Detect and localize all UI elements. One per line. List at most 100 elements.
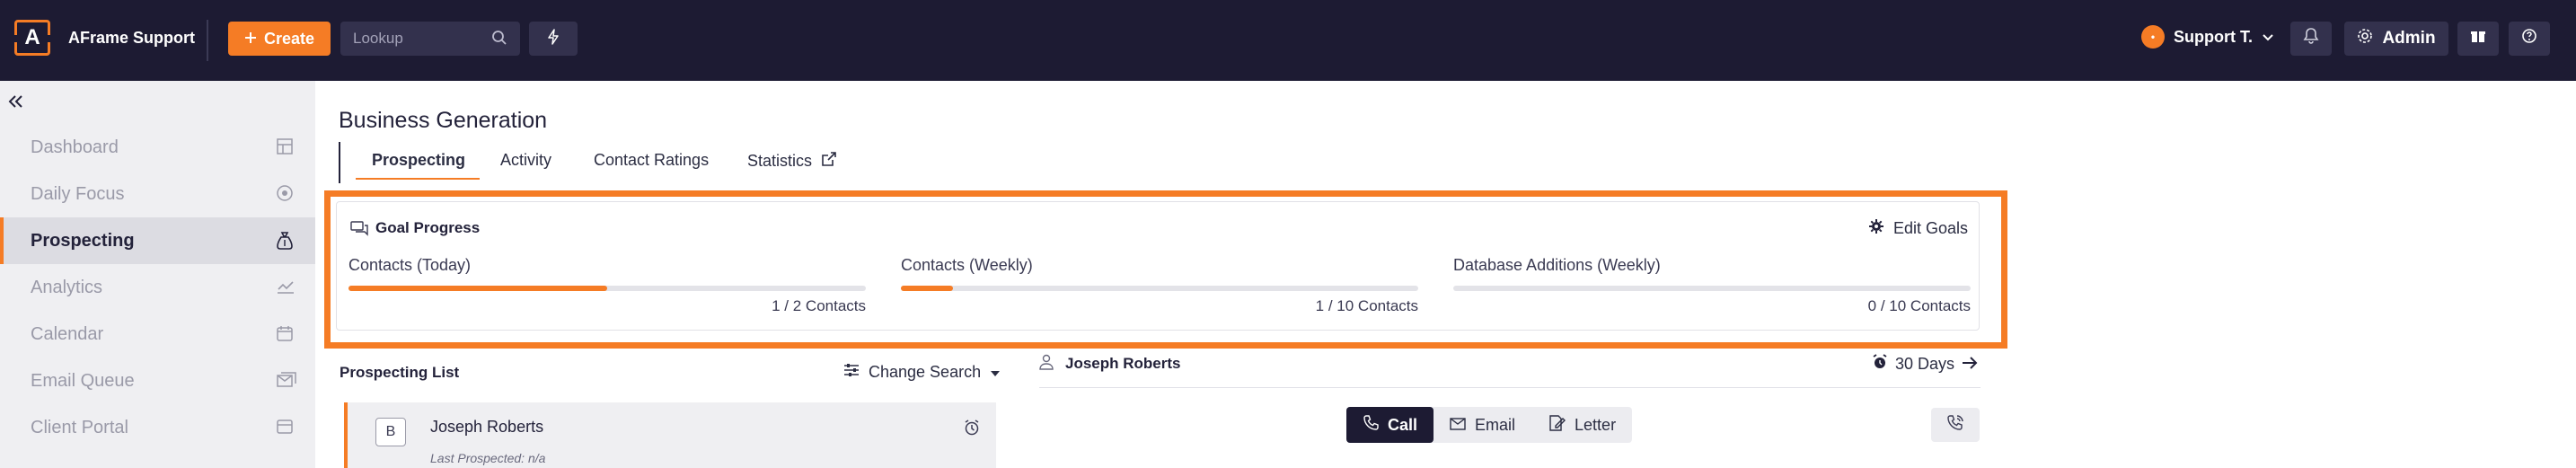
goal-value-contacts-weekly: 1 / 10 Contacts [1315, 297, 1418, 314]
create-button[interactable]: Create [228, 22, 331, 56]
goal-track-contacts-today [348, 286, 866, 291]
portal-icon [276, 418, 294, 441]
admin-button[interactable]: Admin [2344, 22, 2448, 56]
chevron-down-icon [2262, 28, 2274, 47]
goal-value-contacts-today: 1 / 2 Contacts [772, 297, 866, 314]
calendar-icon [276, 324, 294, 348]
gear-icon [1868, 218, 1884, 239]
call-label: Call [1388, 415, 1418, 434]
brand-name: AFrame Support [68, 29, 196, 47]
change-search-label: Change Search [869, 363, 982, 381]
goal-label-contacts-weekly: Contacts (Weekly) [901, 256, 1033, 274]
goal-fill-contacts-today [348, 286, 607, 291]
sidebar-item-email-queue[interactable]: Email Queue [0, 358, 315, 404]
aframe-logo[interactable]: A [14, 20, 50, 56]
email-button[interactable]: Email [1434, 407, 1531, 443]
sidebar-item-calendar[interactable]: Calendar [0, 311, 315, 358]
goal-label-database-additions: Database Additions (Weekly) [1453, 256, 1661, 274]
goal-fill-contacts-weekly [901, 286, 953, 291]
goal-track-contacts-weekly [901, 286, 1418, 291]
person-icon [1039, 354, 1054, 375]
tab-activity[interactable]: Activity [500, 151, 551, 170]
goal-progress-title: Goal Progress [375, 219, 481, 236]
logo-letter: A [24, 25, 40, 49]
top-navigation-bar: A AFrame Support Create • Support T. [0, 0, 2576, 81]
lookup-search [340, 22, 520, 56]
sidebar-item-label: Calendar [31, 323, 104, 344]
change-search-button[interactable]: Change Search [843, 363, 1001, 382]
alarm-clock-icon[interactable] [963, 419, 981, 441]
contact-divider [1039, 387, 1981, 388]
days-label: 30 Days [1895, 355, 1955, 373]
tab-statistics-label: Statistics [747, 152, 813, 170]
money-bag-icon [276, 231, 294, 256]
sidebar-item-label: Client Portal [31, 417, 128, 437]
envelope-icon [1450, 416, 1466, 435]
rating-badge: B [375, 418, 406, 446]
email-label: Email [1475, 415, 1516, 434]
sidebar-item-label: Dashboard [31, 137, 119, 157]
prospecting-list-title: Prospecting List [340, 364, 460, 381]
user-name: Support T. [2174, 27, 2253, 46]
tab-statistics[interactable]: Statistics [747, 151, 837, 172]
goal-label-contacts-today: Contacts (Today) [348, 256, 472, 274]
help-button[interactable] [2509, 22, 2550, 56]
mail-queue-icon [276, 371, 297, 394]
grid-icon [276, 137, 294, 161]
header-divider [207, 20, 208, 61]
sidebar-item-label: Analytics [31, 277, 103, 297]
sidebar-item-daily-focus[interactable]: Daily Focus [0, 171, 315, 217]
last-prospected: Last Prospected: n/a [430, 451, 546, 465]
page-title: Business Generation [339, 108, 548, 133]
sidebar-item-label: Daily Focus [31, 183, 125, 204]
days-button[interactable]: 30 Days [1872, 354, 1978, 375]
sidebar-item-label: Prospecting [31, 230, 135, 251]
bell-icon [2303, 27, 2319, 50]
phone-call-icon [1946, 414, 1964, 437]
user-avatar: • [2141, 25, 2165, 49]
sidebar-item-dashboard[interactable]: Dashboard [0, 124, 315, 171]
sidebar-item-analytics[interactable]: Analytics [0, 264, 315, 311]
gift-button[interactable] [2457, 22, 2499, 56]
phone-icon [1363, 414, 1379, 436]
goal-chat-icon [350, 220, 368, 241]
contact-method-toggle: Call Email Letter [1346, 407, 1633, 443]
collapse-sidebar-icon[interactable] [7, 93, 25, 114]
create-label: Create [263, 29, 315, 48]
prospect-name[interactable]: Joseph Roberts [430, 418, 543, 437]
lookup-input[interactable] [353, 29, 479, 49]
help-icon [2521, 28, 2537, 49]
call-button[interactable]: Call [1346, 407, 1434, 443]
quick-actions-button[interactable] [529, 22, 578, 56]
sidebar-item-label: Email Queue [31, 370, 135, 391]
letter-label: Letter [1575, 415, 1617, 434]
dial-button[interactable] [1931, 408, 1980, 442]
user-menu[interactable]: • Support T. [2141, 25, 2274, 49]
arrow-right-icon [1962, 355, 1978, 374]
edit-goals-label: Edit Goals [1893, 219, 1969, 237]
lightning-icon [547, 28, 560, 49]
target-icon [276, 184, 294, 208]
goal-track-database-additions [1453, 286, 1971, 291]
tab-contact-ratings[interactable]: Contact Ratings [594, 151, 709, 170]
contact-name: Joseph Roberts [1065, 355, 1181, 372]
letter-button[interactable]: Letter [1531, 407, 1632, 443]
goal-value-database-additions: 0 / 10 Contacts [1867, 297, 1971, 314]
search-icon[interactable] [491, 30, 507, 50]
notifications-button[interactable] [2290, 22, 2332, 56]
sidebar-item-client-portal[interactable]: Client Portal [0, 404, 315, 451]
gift-icon [2470, 28, 2486, 49]
plus-icon [244, 30, 257, 49]
caret-down-icon [990, 363, 1001, 382]
alarm-clock-icon [1872, 354, 1888, 375]
external-link-icon [821, 151, 837, 172]
tab-prospecting[interactable]: Prospecting [372, 151, 465, 170]
admin-label: Admin [2382, 29, 2436, 48]
sliders-icon [843, 363, 860, 382]
gear-icon [2357, 28, 2373, 49]
sidebar-item-prospecting[interactable]: Prospecting [0, 217, 315, 264]
letter-icon [1548, 414, 1566, 436]
chart-icon [276, 278, 296, 301]
edit-goals-button[interactable]: Edit Goals [1868, 218, 1968, 239]
active-tab-indicator [356, 178, 480, 180]
